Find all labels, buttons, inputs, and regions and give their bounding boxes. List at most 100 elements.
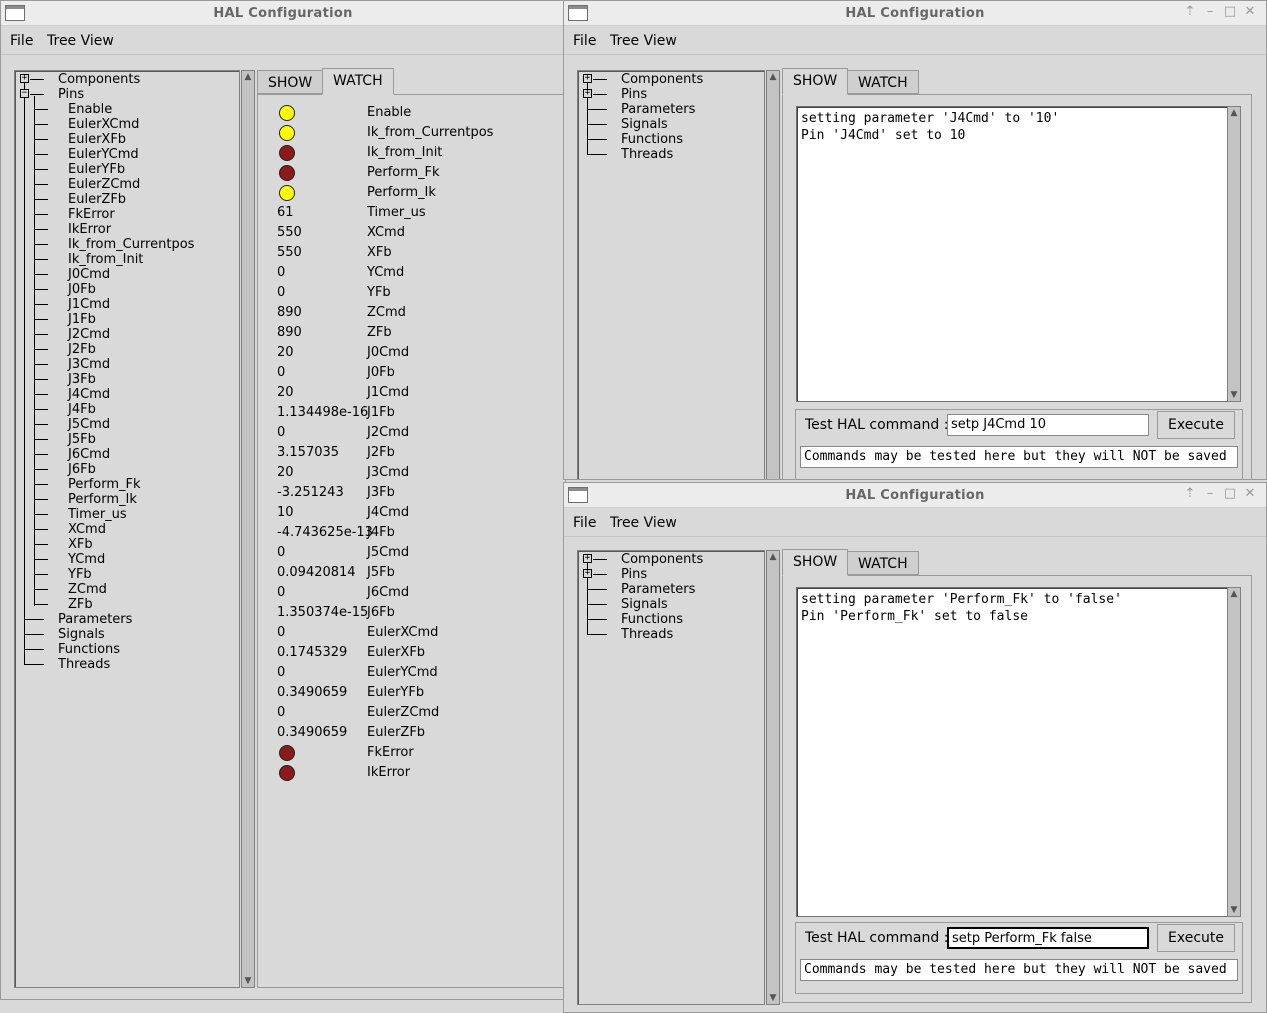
title-bar[interactable]: HAL Configuration ⇡ – □ ✕ [564, 1, 1266, 26]
tree-item-pin[interactable]: Perform_Fk [68, 477, 141, 492]
maximize-icon[interactable]: □ [1220, 4, 1240, 19]
execute-button[interactable]: Execute [1157, 924, 1235, 952]
scroll-down-arrow-icon[interactable]: ▼ [1228, 904, 1240, 916]
tree-item-pins[interactable]: Pins [58, 87, 84, 102]
tree-item-pin[interactable]: J4Fb [68, 402, 96, 417]
output-scrollbar[interactable]: ▲ ▼ [1227, 587, 1241, 917]
menu-file[interactable]: File [573, 515, 596, 531]
menu-file[interactable]: File [10, 33, 33, 49]
output-textbox[interactable]: setting parameter 'Perform_Fk' to 'false… [796, 587, 1228, 917]
tree-item-pin[interactable]: XFb [68, 537, 93, 552]
output-textbox[interactable]: setting parameter 'J4Cmd' to '10' Pin 'J… [796, 106, 1228, 402]
tree-item-pin[interactable]: XCmd [68, 522, 106, 537]
tab-show[interactable]: SHOW [782, 68, 849, 95]
tree-item-pin[interactable]: EulerXFb [68, 132, 126, 147]
tree-item-pin[interactable]: Ik_from_Currentpos [68, 237, 194, 252]
tree-item-pin[interactable]: Ik_from_Init [68, 252, 143, 267]
expand-toggle-icon[interactable]: + [20, 74, 29, 83]
title-bar[interactable]: HAL Configuration ⇡ – □ ✕ [564, 483, 1266, 508]
tree-item-components[interactable]: Components [58, 72, 140, 87]
tree-item-functions[interactable]: Functions [58, 642, 120, 657]
tree-item-pin[interactable]: EulerZCmd [68, 177, 140, 192]
close-icon[interactable]: ✕ [1240, 4, 1260, 19]
menu-file[interactable]: File [573, 33, 596, 49]
tree-item-pin[interactable]: J1Cmd [68, 297, 110, 312]
hal-command-input[interactable]: setp Perform_Fk false [947, 927, 1149, 949]
tree-item-pin[interactable]: EulerXCmd [68, 117, 139, 132]
menu-tree-view[interactable]: Tree View [610, 515, 677, 531]
tree-item-signals[interactable]: Signals [621, 597, 668, 612]
tree-item-pin[interactable]: J6Fb [68, 462, 96, 477]
tree-scrollbar[interactable]: ▲ [766, 70, 780, 479]
tree-item-pin[interactable]: J3Cmd [68, 357, 110, 372]
close-icon[interactable]: ✕ [1240, 486, 1260, 501]
scroll-up-arrow-icon[interactable]: ▲ [767, 551, 779, 563]
tree-item-pin[interactable]: J1Fb [68, 312, 96, 327]
expand-toggle-icon[interactable]: − [20, 89, 29, 98]
tree-item-parameters[interactable]: Parameters [621, 102, 695, 117]
tree-item-pin[interactable]: IkError [68, 222, 111, 237]
expand-toggle-icon[interactable]: + [583, 74, 592, 83]
hal-command-input[interactable]: setp J4Cmd 10 [947, 414, 1149, 436]
tree-item-pin[interactable]: EulerZFb [68, 192, 126, 207]
tree-item-threads[interactable]: Threads [621, 627, 673, 642]
tree-item-pin[interactable]: J2Fb [68, 342, 96, 357]
expand-toggle-icon[interactable]: + [583, 89, 592, 98]
tree-item-pin[interactable]: J3Fb [68, 372, 96, 387]
tree-item-pin[interactable]: J0Cmd [68, 267, 110, 282]
shade-icon[interactable]: ⇡ [1180, 486, 1200, 501]
execute-button[interactable]: Execute [1157, 411, 1235, 439]
tree-item-pin[interactable]: J4Cmd [68, 387, 110, 402]
maximize-icon[interactable]: □ [1220, 486, 1240, 501]
tree-item-pin[interactable]: Enable [68, 102, 112, 117]
scroll-up-arrow-icon[interactable]: ▲ [767, 71, 779, 83]
tree-item-pins[interactable]: Pins [621, 87, 647, 102]
expand-toggle-icon[interactable]: + [583, 569, 592, 578]
tab-show[interactable]: SHOW [782, 549, 849, 576]
tree-item-pin[interactable]: Perform_Ik [68, 492, 137, 507]
tree-item-pin[interactable]: J5Cmd [68, 417, 110, 432]
scroll-down-arrow-icon[interactable]: ▼ [242, 975, 254, 987]
tree-item-parameters[interactable]: Parameters [621, 582, 695, 597]
scroll-up-arrow-icon[interactable]: ▲ [1228, 588, 1240, 600]
menu-tree-view[interactable]: Tree View [610, 33, 677, 49]
tree-item-pin[interactable]: EulerYFb [68, 162, 125, 177]
tab-watch[interactable]: WATCH [847, 551, 919, 575]
tab-watch[interactable]: WATCH [322, 68, 394, 95]
shade-icon[interactable]: ⇡ [1180, 4, 1200, 19]
tree-item-pin[interactable]: J5Fb [68, 432, 96, 447]
output-scrollbar[interactable]: ▲ ▼ [1227, 106, 1241, 402]
tree-item-pin[interactable]: ZCmd [68, 582, 107, 597]
tree-scrollbar[interactable]: ▲ ▼ [766, 550, 780, 1005]
scroll-down-arrow-icon[interactable]: ▼ [767, 992, 779, 1004]
tree-item-pin[interactable]: YFb [68, 567, 92, 582]
tree-item-components[interactable]: Components [621, 72, 703, 87]
scroll-up-arrow-icon[interactable]: ▲ [242, 71, 254, 83]
tree-item-functions[interactable]: Functions [621, 132, 683, 147]
tree-item-pins[interactable]: Pins [621, 567, 647, 582]
tree-item-components[interactable]: Components [621, 552, 703, 567]
tree-item-signals[interactable]: Signals [621, 117, 668, 132]
tree-item-functions[interactable]: Functions [621, 612, 683, 627]
menu-tree-view[interactable]: Tree View [47, 33, 114, 49]
tab-show[interactable]: SHOW [257, 70, 324, 94]
tree-item-pin[interactable]: ZFb [68, 597, 93, 612]
minimize-icon[interactable]: – [1200, 4, 1220, 19]
tree-item-threads[interactable]: Threads [621, 147, 673, 162]
tree-item-parameters[interactable]: Parameters [58, 612, 132, 627]
expand-toggle-icon[interactable]: + [583, 554, 592, 563]
scroll-down-arrow-icon[interactable]: ▼ [1228, 389, 1240, 401]
tree-item-pin[interactable]: J0Fb [68, 282, 96, 297]
tree-item-pin[interactable]: Timer_us [68, 507, 127, 522]
tree-item-pin[interactable]: FkError [68, 207, 115, 222]
tree-item-signals[interactable]: Signals [58, 627, 105, 642]
tree-item-pin[interactable]: J2Cmd [68, 327, 110, 342]
tab-watch[interactable]: WATCH [847, 70, 919, 94]
tree-scrollbar[interactable]: ▲ ▼ [241, 70, 255, 988]
title-bar[interactable]: HAL Configuration [1, 1, 565, 26]
tree-item-pin[interactable]: YCmd [68, 552, 105, 567]
minimize-icon[interactable]: – [1200, 486, 1220, 501]
tree-item-pin[interactable]: J6Cmd [68, 447, 110, 462]
tree-item-threads[interactable]: Threads [58, 657, 110, 672]
scroll-up-arrow-icon[interactable]: ▲ [1228, 107, 1240, 119]
